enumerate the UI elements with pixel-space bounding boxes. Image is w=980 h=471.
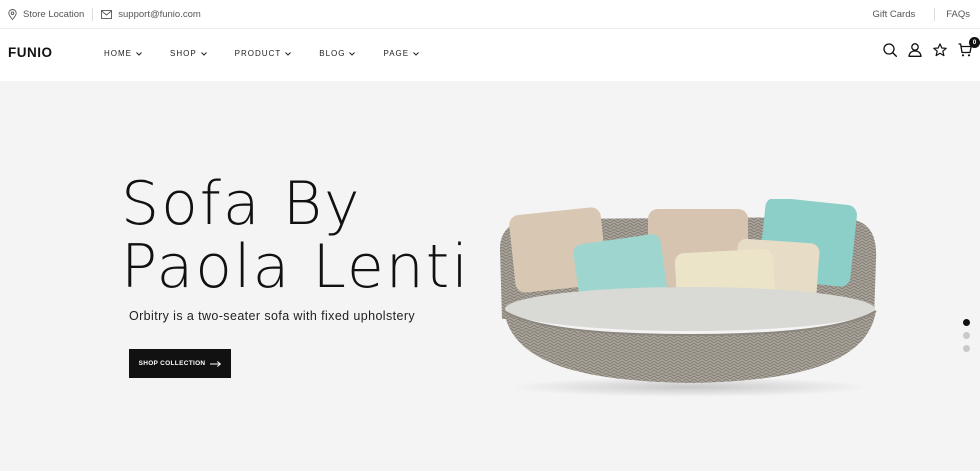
chevron-down-icon bbox=[200, 51, 207, 56]
topbar: Store Location support@funio.com Gift Ca… bbox=[0, 0, 980, 29]
chevron-down-icon bbox=[136, 51, 142, 56]
email-label: support@funio.com bbox=[118, 8, 201, 20]
chevron-down-icon bbox=[413, 51, 419, 56]
nav-item-shop[interactable]: SHOP bbox=[170, 49, 207, 58]
cart-count-badge: 0 bbox=[969, 37, 980, 48]
nav-item-home[interactable]: HOME bbox=[104, 49, 142, 58]
slide-dot[interactable] bbox=[963, 345, 970, 352]
hero-title: Sofa By Paola Lenti bbox=[121, 173, 470, 299]
slider-dots bbox=[963, 319, 970, 352]
divider bbox=[934, 7, 936, 21]
wishlist-button[interactable] bbox=[933, 43, 947, 57]
chevron-down-icon bbox=[349, 51, 356, 56]
cta-label: SHOP COLLECTION bbox=[138, 360, 206, 367]
map-pin-icon bbox=[8, 8, 17, 20]
account-button[interactable] bbox=[908, 43, 922, 57]
divider bbox=[92, 7, 94, 21]
hero-section: Sofa By Paola Lenti Orbitry is a two-sea… bbox=[0, 81, 980, 471]
hero-subtitle: Orbitry is a two-seater sofa with fixed … bbox=[129, 309, 416, 323]
gift-cards-link[interactable]: Gift Cards bbox=[872, 9, 915, 20]
slide-dot[interactable] bbox=[963, 319, 970, 326]
store-location-link[interactable]: Store Location bbox=[8, 9, 84, 20]
hero-title-line: Sofa By bbox=[121, 169, 362, 239]
nav-item-page[interactable]: PAGE bbox=[383, 49, 419, 58]
nav-item-label: HOME bbox=[104, 49, 132, 58]
logo[interactable]: FUNIO bbox=[8, 45, 53, 60]
nav-item-label: SHOP bbox=[170, 49, 197, 58]
nav-item-label: PAGE bbox=[383, 49, 410, 58]
mail-icon bbox=[101, 9, 113, 19]
search-icon bbox=[883, 43, 897, 57]
nav-item-label: BLOG bbox=[319, 49, 346, 58]
nav-item-label: PRODUCT bbox=[234, 49, 282, 58]
search-button[interactable] bbox=[883, 43, 897, 57]
main-header: FUNIO HOME SHOP PRODUCT BLOG PAGE 0 bbox=[0, 29, 980, 81]
faqs-link[interactable]: FAQs bbox=[946, 9, 970, 20]
nav-item-blog[interactable]: BLOG bbox=[319, 49, 356, 58]
hero-title-line: Paola Lenti bbox=[121, 232, 470, 302]
store-location-label: Store Location bbox=[23, 8, 85, 20]
user-icon bbox=[908, 43, 922, 57]
arrow-right-icon bbox=[210, 360, 222, 367]
chevron-down-icon bbox=[285, 51, 292, 56]
star-icon bbox=[933, 43, 947, 57]
main-nav: HOME SHOP PRODUCT BLOG PAGE bbox=[104, 49, 447, 58]
sofa-image bbox=[500, 199, 877, 397]
header-icons: 0 bbox=[883, 37, 980, 57]
nav-item-product[interactable]: PRODUCT bbox=[235, 49, 292, 58]
cart-button[interactable]: 0 bbox=[958, 37, 980, 57]
slide-dot[interactable] bbox=[963, 332, 970, 339]
email-link[interactable]: support@funio.com bbox=[101, 9, 201, 20]
shop-collection-button[interactable]: SHOP COLLECTION bbox=[129, 349, 231, 378]
